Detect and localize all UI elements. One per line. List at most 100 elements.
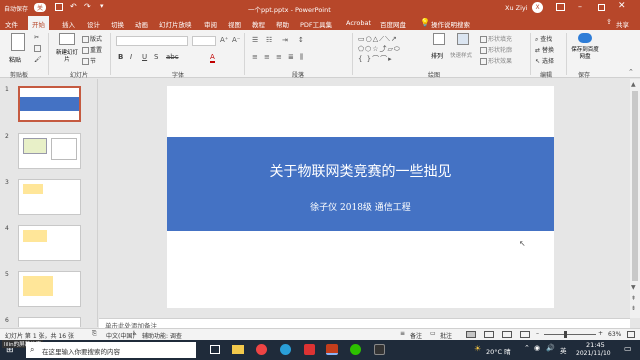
zoom-level[interactable]: 63%	[608, 331, 621, 338]
align-center-icon[interactable]: ≡	[264, 53, 270, 61]
zoom-slider-thumb[interactable]	[564, 331, 567, 338]
edge-icon[interactable]	[280, 344, 291, 355]
vertical-scrollbar[interactable]: ▲ ▼ ⇞ ⇟	[630, 79, 640, 318]
close-button[interactable]: ✕	[618, 1, 626, 11]
zoom-out-icon[interactable]: –	[536, 330, 539, 337]
accessibility-status[interactable]: 辅助功能: 调查	[142, 331, 182, 340]
format-painter-button[interactable]: 🖌	[34, 56, 42, 63]
app-icon[interactable]	[304, 344, 315, 355]
zoom-in-icon[interactable]: +	[598, 330, 603, 337]
scroll-up-icon[interactable]: ▲	[631, 81, 636, 88]
redo-icon[interactable]: ↷	[84, 2, 91, 11]
tab-review[interactable]: 审阅	[204, 19, 217, 29]
tell-me-search[interactable]: 操作说明搜索	[431, 19, 470, 29]
shrink-font-icon[interactable]: A⁻	[232, 36, 240, 44]
select-button[interactable]: ↖ 选择	[535, 56, 554, 65]
next-slide-icon[interactable]: ⇟	[631, 305, 636, 312]
language-status[interactable]: 中文(中国)	[106, 331, 135, 340]
replace-button[interactable]: ⇄ 替换	[535, 45, 554, 54]
notes-pane[interactable]: 单击此处添加备注	[99, 318, 630, 330]
strikethrough-icon[interactable]: abc	[166, 53, 179, 61]
tab-animations[interactable]: 动画	[135, 19, 148, 29]
indent-icon[interactable]: ⇥	[282, 36, 288, 44]
minimize-button[interactable]: –	[578, 2, 582, 11]
numbering-icon[interactable]: ☷	[266, 36, 272, 44]
font-color-icon[interactable]: A	[210, 53, 215, 63]
shape-effects-button[interactable]: 形状效果	[480, 56, 512, 65]
volume-icon[interactable]: 🔊	[546, 344, 555, 352]
wechat-icon[interactable]	[350, 344, 361, 355]
chrome-icon[interactable]	[256, 344, 267, 355]
reset-button[interactable]: 重置	[82, 45, 102, 54]
quick-styles-button[interactable]: 快速样式	[450, 33, 478, 67]
normal-view-icon[interactable]	[466, 331, 476, 338]
clock-time[interactable]: 21:45	[586, 341, 605, 349]
section-button[interactable]: 节	[82, 56, 96, 65]
collapse-ribbon-icon[interactable]: ⌃	[628, 68, 634, 76]
slideshow-icon[interactable]	[520, 331, 530, 338]
find-button[interactable]: ⌕ 查找	[535, 34, 552, 44]
network-icon[interactable]: ◉	[534, 344, 540, 352]
reading-view-icon[interactable]	[502, 331, 512, 338]
previous-slide-icon[interactable]: ⇞	[631, 295, 636, 302]
weather-text[interactable]: 20°C 晴	[486, 346, 511, 356]
zoom-slider[interactable]	[544, 334, 596, 335]
task-view-icon[interactable]	[210, 345, 220, 354]
slide-subtitle[interactable]: 徐子仪 2018级 通信工程	[167, 200, 554, 213]
slide-thumbnail-6[interactable]	[18, 317, 81, 327]
slide-title[interactable]: 关于物联网类竞赛的一些拙见	[167, 161, 554, 181]
copy-button[interactable]	[34, 45, 42, 52]
italic-icon[interactable]: I	[130, 53, 132, 61]
slide-thumbnail-2[interactable]	[18, 133, 81, 169]
tab-pdf-tools[interactable]: PDF工具集	[300, 19, 332, 29]
avatar[interactable]: X	[532, 2, 543, 13]
slide-sorter-icon[interactable]	[484, 331, 494, 338]
notification-icon[interactable]: ▭	[624, 344, 632, 353]
slide-thumbnail-3[interactable]	[18, 179, 81, 215]
quick-access-more-icon[interactable]: ▾	[100, 2, 104, 10]
undo-icon[interactable]: ↶	[70, 2, 77, 11]
tab-home[interactable]: 开始	[28, 16, 49, 30]
tab-tutorial[interactable]: 教程	[252, 19, 265, 29]
autosave-toggle[interactable]: 关	[34, 3, 47, 12]
tab-slideshow[interactable]: 幻灯片放映	[159, 19, 192, 29]
align-right-icon[interactable]: ≡	[276, 53, 282, 61]
tab-design[interactable]: 设计	[87, 19, 100, 29]
file-explorer-icon[interactable]	[232, 345, 244, 354]
tab-help[interactable]: 帮助	[276, 19, 289, 29]
clock-date[interactable]: 2021/11/10	[576, 350, 611, 357]
slide[interactable]: 关于物联网类竞赛的一些拙见 徐子仪 2018级 通信工程 ↖	[167, 86, 554, 308]
underline-icon[interactable]: U	[142, 53, 147, 61]
maximize-button[interactable]	[598, 4, 605, 11]
tab-transitions[interactable]: 切换	[111, 19, 124, 29]
scroll-thumb[interactable]	[632, 91, 638, 281]
paste-button[interactable]: 粘贴	[6, 33, 30, 67]
scroll-down-icon[interactable]: ▼	[631, 284, 636, 291]
ime-indicator[interactable]: 英	[560, 345, 567, 355]
cut-button[interactable]: ✂	[34, 34, 39, 41]
share-button[interactable]: 共享	[616, 19, 629, 29]
slide-thumbnail-1[interactable]	[18, 86, 81, 122]
arrange-button[interactable]: 排列	[430, 33, 448, 67]
tab-baidu-netdisk[interactable]: 百度网盘	[380, 19, 406, 29]
tab-acrobat[interactable]: Acrobat	[346, 19, 371, 27]
save-baidu-button[interactable]: 保存到百度网盘	[570, 33, 600, 67]
columns-icon[interactable]: ⫼	[300, 53, 303, 62]
notes-button[interactable]: 备注	[410, 331, 422, 340]
layout-button[interactable]: 版式	[82, 34, 102, 43]
taskbar-search-box[interactable]: ⌕ 在这里输入你要搜索的内容	[26, 342, 196, 358]
slide-thumbnail-4[interactable]	[18, 225, 81, 261]
shadow-icon[interactable]: S	[154, 53, 158, 61]
bold-icon[interactable]: B	[118, 53, 123, 61]
bullets-icon[interactable]: ☰	[252, 36, 258, 44]
slide-thumbnail-5[interactable]	[18, 271, 81, 307]
comments-button[interactable]: 批注	[440, 331, 452, 340]
shape-outline-button[interactable]: 形状轮廓	[480, 45, 512, 54]
align-left-icon[interactable]: ≡	[252, 53, 258, 61]
justify-icon[interactable]: ≣	[288, 53, 294, 61]
font-size-select[interactable]	[192, 36, 216, 46]
line-spacing-icon[interactable]: ↕	[298, 36, 304, 44]
tray-chevron-icon[interactable]: ⌃	[524, 344, 530, 352]
powerpoint-taskbar-icon[interactable]	[326, 344, 338, 355]
grow-font-icon[interactable]: A⁺	[220, 36, 228, 44]
